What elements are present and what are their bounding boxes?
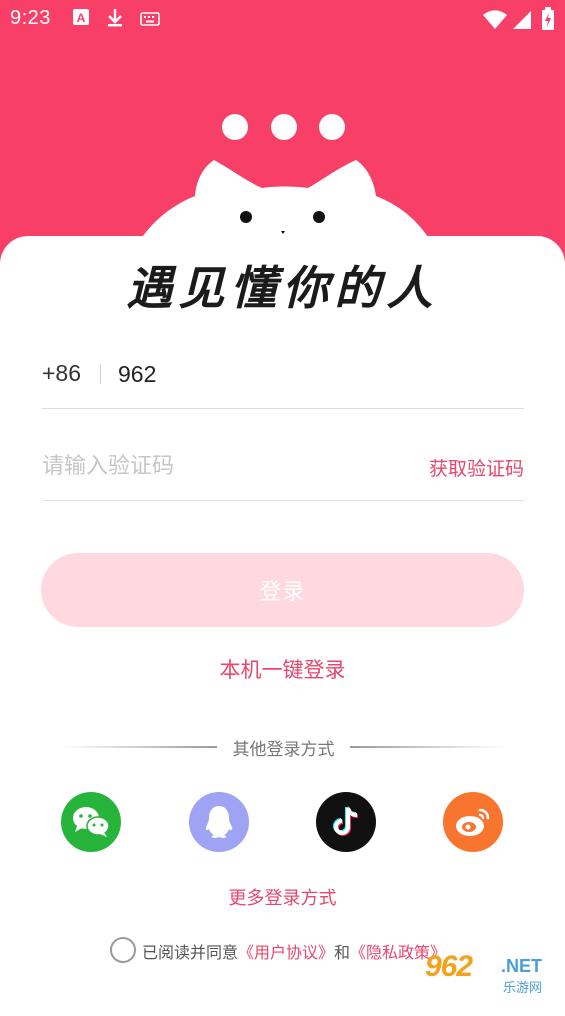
wechat-login-button[interactable] — [61, 792, 121, 852]
verification-code-input[interactable] — [42, 446, 372, 486]
qq-icon — [205, 806, 233, 838]
dot — [271, 114, 297, 140]
douyin-login-button[interactable] — [316, 792, 376, 852]
keyboard-icon — [140, 11, 160, 30]
svg-text:A: A — [77, 11, 86, 25]
battery-charging-icon — [541, 7, 555, 35]
dot — [222, 114, 248, 140]
font-a-icon: A — [72, 8, 90, 30]
get-code-button[interactable]: 获取验证码 — [429, 454, 524, 481]
user-agreement-link[interactable]: 《用户协议》 — [238, 943, 334, 962]
watermark-sub: 乐游网 — [503, 981, 543, 996]
agreement-text: 已阅读并同意《用户协议》和《隐私政策》 — [142, 939, 446, 963]
login-button[interactable]: 登录 — [41, 553, 524, 627]
watermark-net: .NET — [501, 956, 543, 976]
dot — [319, 114, 345, 140]
wifi-icon — [482, 10, 508, 34]
wechat-icon — [73, 807, 110, 837]
status-bar: 9:23 A — [0, 0, 565, 40]
divider-line-right — [350, 746, 505, 748]
douyin-icon — [333, 806, 359, 836]
watermark-main: 962 — [425, 950, 473, 983]
watermark-logo: 962 .NET 乐游网 — [425, 950, 560, 998]
phone-input[interactable] — [118, 354, 498, 394]
country-code[interactable]: +86 — [42, 360, 81, 387]
verification-code-row: 获取验证码 — [42, 440, 524, 501]
status-time: 9:23 — [10, 7, 51, 29]
phone-row: +86 — [42, 348, 524, 409]
other-login-divider: 其他登录方式 — [62, 735, 505, 760]
weibo-login-button[interactable] — [443, 792, 503, 852]
more-login-options-link[interactable]: 更多登录方式 — [0, 884, 565, 910]
download-icon — [106, 8, 124, 32]
one-key-login-link[interactable]: 本机一键登录 — [0, 654, 565, 684]
divider — [100, 364, 101, 384]
signal-icon — [512, 10, 532, 34]
qq-login-button[interactable] — [189, 792, 249, 852]
agreement-and: 和 — [334, 943, 351, 962]
agreement-prefix: 已阅读并同意 — [142, 943, 239, 962]
agree-checkbox[interactable] — [110, 937, 136, 963]
slogan: 遇见懂你的人 — [126, 261, 439, 315]
weibo-icon — [456, 808, 490, 836]
